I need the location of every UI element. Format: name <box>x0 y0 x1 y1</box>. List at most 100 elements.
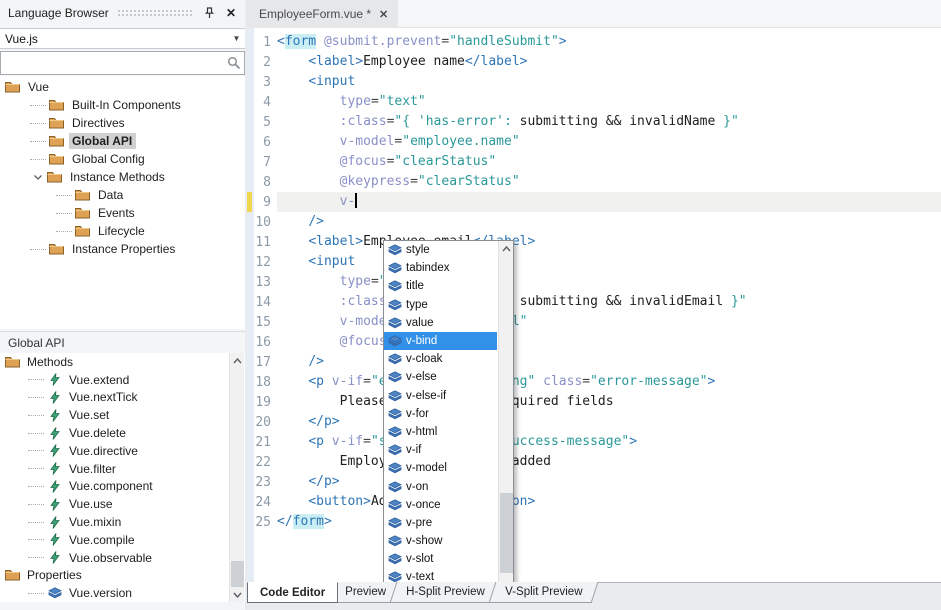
code-line[interactable]: 25</form> <box>247 512 941 532</box>
list-item-vue-extend[interactable]: Vue.extend <box>0 371 245 389</box>
autocomplete-item-style[interactable]: style <box>384 241 497 259</box>
scroll-up-icon[interactable] <box>499 241 514 256</box>
list-item-vue-set[interactable]: Vue.set <box>0 406 245 424</box>
code-line[interactable]: 21 <p v-if="success" class="success-mess… <box>247 432 941 452</box>
autocomplete-item-v-else[interactable]: v-else <box>384 368 497 386</box>
search-icon[interactable] <box>224 56 244 70</box>
code-line[interactable]: 13 type="text" <box>247 272 941 292</box>
tree-item-directives[interactable]: Directives <box>0 114 245 132</box>
code-line[interactable]: 17 /> <box>247 352 941 372</box>
code-line[interactable]: 2 <label>Employee name</label> <box>247 52 941 72</box>
language-selector[interactable]: Vue.js ▼ <box>0 28 245 49</box>
code-line[interactable]: 9 v- <box>247 192 941 212</box>
autocomplete-item-v-model[interactable]: v-model <box>384 459 497 477</box>
tab-label: V-Split Preview <box>505 586 582 598</box>
code-line[interactable]: 23 </p> <box>247 472 941 492</box>
code-line[interactable]: 8 @keypress="clearStatus" <box>247 172 941 192</box>
autocomplete-item-v-for[interactable]: v-for <box>384 405 497 423</box>
tab-h-split-preview[interactable]: H-Split Preview <box>390 582 501 603</box>
code-line[interactable]: 20 </p> <box>247 412 941 432</box>
code-line[interactable]: 10 /> <box>247 212 941 232</box>
scrollbar-thumb[interactable] <box>231 561 244 587</box>
autocomplete-scrollbar[interactable] <box>498 241 513 582</box>
list-item-vue-mixin[interactable]: Vue.mixin <box>0 513 245 531</box>
close-icon[interactable]: ✕ <box>223 5 239 21</box>
list-item-vue-component[interactable]: Vue.component <box>0 478 245 496</box>
autocomplete-item-tabindex[interactable]: tabindex <box>384 259 497 277</box>
tree-item-events[interactable]: Events <box>0 204 245 222</box>
tree-item-built-in-components[interactable]: Built-In Components <box>0 96 245 114</box>
autocomplete-item-v-if[interactable]: v-if <box>384 441 497 459</box>
tree-item-data[interactable]: Data <box>0 186 245 204</box>
tab-close-icon[interactable]: ✕ <box>379 8 388 21</box>
scrollbar-thumb[interactable] <box>500 493 513 573</box>
autocomplete-item-v-once[interactable]: v-once <box>384 496 497 514</box>
tree-item-instance-properties[interactable]: Instance Properties <box>0 240 245 258</box>
code-line[interactable]: 6 v-model="employee.name" <box>247 132 941 152</box>
pin-icon[interactable] <box>201 5 217 21</box>
tree-connector <box>28 397 44 398</box>
search-input[interactable] <box>1 53 224 73</box>
autocomplete-item-v-show[interactable]: v-show <box>384 532 497 550</box>
code-line[interactable]: 3 <input <box>247 72 941 92</box>
autocomplete-item-v-slot[interactable]: v-slot <box>384 550 497 568</box>
list-item-vue-filter[interactable]: Vue.filter <box>0 460 245 478</box>
code-line[interactable]: 5 :class="{ 'has-error': submitting && i… <box>247 112 941 132</box>
list-item-vue-nexttick[interactable]: Vue.nextTick <box>0 389 245 407</box>
list-item-properties[interactable]: Properties <box>0 567 245 585</box>
autocomplete-item-value[interactable]: value <box>384 314 497 332</box>
code-line[interactable]: 14 :class="{ 'has-error': submitting && … <box>247 292 941 312</box>
tree-item-instance-methods[interactable]: Instance Methods <box>0 168 245 186</box>
list-item-methods[interactable]: Methods <box>0 353 245 371</box>
autocomplete-item-type[interactable]: type <box>384 296 497 314</box>
tab-code-editor[interactable]: Code Editor <box>247 582 338 603</box>
code-line[interactable]: 4 type="text" <box>247 92 941 112</box>
autocomplete-item-label: type <box>406 299 428 311</box>
property-icon <box>387 516 402 529</box>
autocomplete-item-v-text[interactable]: v-text <box>384 568 497 582</box>
code-line[interactable]: 16 @focus="clearStatus" <box>247 332 941 352</box>
code-line[interactable]: 18 <p v-if="error && submitting" class="… <box>247 372 941 392</box>
tree-item-global-config[interactable]: Global Config <box>0 150 245 168</box>
document-tab[interactable]: EmployeeForm.vue * ✕ <box>247 0 398 28</box>
list-item-vue-directive[interactable]: Vue.directive <box>0 442 245 460</box>
drag-grip[interactable] <box>117 9 193 17</box>
line-number: 20 <box>247 415 277 430</box>
list-item-vue-delete[interactable]: Vue.delete <box>0 424 245 442</box>
chevron-down-icon[interactable] <box>30 175 46 180</box>
autocomplete-item-label: v-if <box>406 444 421 456</box>
scroll-down-icon[interactable] <box>230 587 245 602</box>
list-item-vue-use[interactable]: Vue.use <box>0 495 245 513</box>
code-line[interactable]: 1<form @submit.prevent="handleSubmit"> <box>247 32 941 52</box>
code-line[interactable]: 15 v-model="employee.email" <box>247 312 941 332</box>
list-item-vue-compile[interactable]: Vue.compile <box>0 531 245 549</box>
tree-item-global-api[interactable]: Global API <box>0 132 245 150</box>
autocomplete-item-v-on[interactable]: v-on <box>384 477 497 495</box>
scroll-up-icon[interactable] <box>230 353 245 368</box>
tree-item-lifecycle[interactable]: Lifecycle <box>0 222 245 240</box>
member-list-scrollbar[interactable] <box>229 353 244 602</box>
autocomplete-item-v-bind[interactable]: v-bind <box>384 332 497 350</box>
autocomplete-item-v-html[interactable]: v-html <box>384 423 497 441</box>
chevron-down-icon[interactable]: ▼ <box>228 29 245 48</box>
list-item-label: Vue.extend <box>67 372 133 388</box>
autocomplete-item-title[interactable]: title <box>384 277 497 295</box>
code-line[interactable]: 19 Please fill out all required fields <box>247 392 941 412</box>
code-line[interactable]: 7 @focus="clearStatus" <box>247 152 941 172</box>
code-line[interactable]: 12 <input <box>247 252 941 272</box>
autocomplete-item-v-cloak[interactable]: v-cloak <box>384 350 497 368</box>
autocomplete-item-v-pre[interactable]: v-pre <box>384 514 497 532</box>
list-item-vue-version[interactable]: Vue.version <box>0 584 245 602</box>
tree-item-label: Global API <box>69 133 136 149</box>
code-editor[interactable]: 1<form @submit.prevent="handleSubmit">2 … <box>247 28 941 582</box>
code-line[interactable]: 24 <button>Add Employee</button> <box>247 492 941 512</box>
code-line[interactable]: 22 Employee successfully added <box>247 452 941 472</box>
code-line[interactable]: 11 <label>Employee email</label> <box>247 232 941 252</box>
autocomplete-item-v-else-if[interactable]: v-else-if <box>384 387 497 405</box>
search-box[interactable] <box>0 51 245 75</box>
tree-item-vue[interactable]: Vue <box>0 78 245 96</box>
line-number: 19 <box>247 395 277 410</box>
list-item-vue-observable[interactable]: Vue.observable <box>0 549 245 567</box>
panel-title-bar[interactable]: Language Browser ✕ <box>0 0 245 26</box>
tab-v-split-preview[interactable]: V-Split Preview <box>488 582 598 603</box>
